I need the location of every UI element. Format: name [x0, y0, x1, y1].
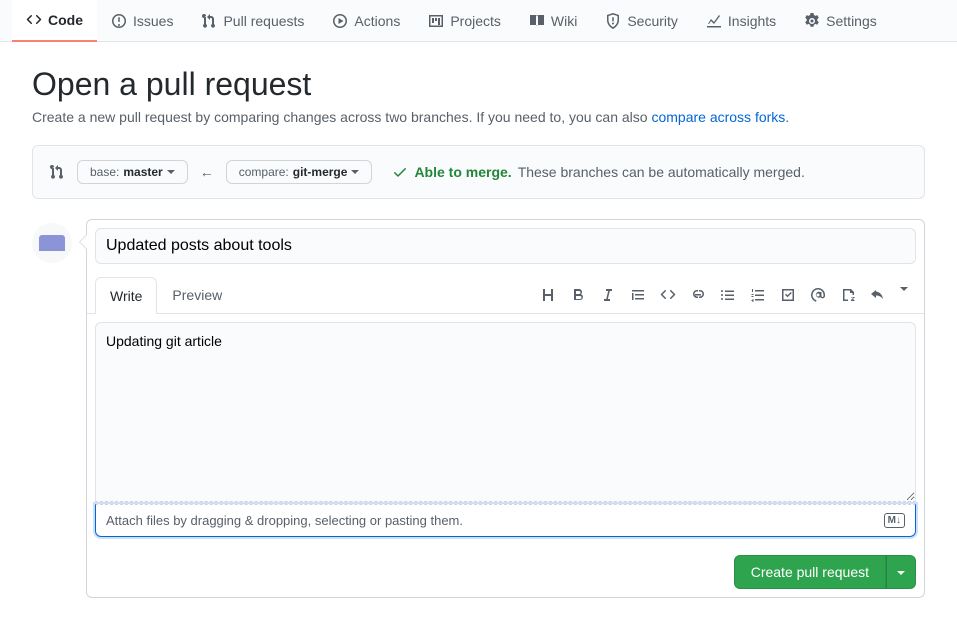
graph-icon [706, 13, 722, 29]
code-icon[interactable] [660, 287, 676, 303]
list-ul-icon[interactable] [720, 287, 736, 303]
compose-box: Write Preview [86, 219, 925, 598]
caret-down-icon [351, 170, 359, 174]
reply-icon[interactable] [870, 287, 886, 303]
tab-wiki-label: Wiki [551, 13, 577, 29]
merge-status-desc: These branches can be automatically merg… [518, 164, 805, 180]
caret-down-icon [897, 571, 905, 575]
range-editor: base: master ← compare: git-merge Able t… [32, 145, 925, 199]
tasklist-icon[interactable] [780, 287, 796, 303]
arrow-left-icon: ← [200, 164, 214, 180]
compare-forks-link[interactable]: compare across forks [651, 109, 785, 125]
tab-code[interactable]: Code [12, 0, 97, 42]
tab-issues-label: Issues [133, 13, 173, 29]
gear-icon [804, 13, 820, 29]
tab-insights-label: Insights [728, 13, 776, 29]
pr-body-textarea[interactable] [95, 322, 916, 502]
tab-projects-label: Projects [450, 13, 501, 29]
tab-projects[interactable]: Projects [414, 0, 515, 41]
tab-settings[interactable]: Settings [790, 0, 891, 41]
caret-down-icon[interactable] [900, 287, 908, 291]
create-pr-button[interactable]: Create pull request [734, 555, 886, 589]
book-icon [529, 13, 545, 29]
create-pr-menu-button[interactable] [886, 555, 916, 589]
tab-pulls[interactable]: Pull requests [187, 0, 318, 41]
project-icon [428, 13, 444, 29]
compare-branch-button[interactable]: compare: git-merge [226, 160, 373, 184]
tab-code-label: Code [48, 12, 83, 28]
play-icon [332, 13, 348, 29]
quote-icon[interactable] [630, 287, 646, 303]
issue-icon [111, 13, 127, 29]
tab-wiki[interactable]: Wiki [515, 0, 591, 41]
heading-icon[interactable] [540, 287, 556, 303]
tab-security[interactable]: Security [591, 0, 692, 41]
list-ol-icon[interactable] [750, 287, 766, 303]
preview-tab[interactable]: Preview [157, 276, 237, 313]
tab-pulls-label: Pull requests [223, 13, 304, 29]
check-icon [392, 164, 408, 180]
attach-hint: Attach files by dragging & dropping, sel… [106, 513, 463, 528]
base-branch-button[interactable]: base: master [77, 160, 188, 184]
page-subtitle: Create a new pull request by comparing c… [32, 109, 925, 125]
write-tab[interactable]: Write [95, 277, 157, 314]
git-compare-icon [49, 164, 65, 180]
bold-icon[interactable] [570, 287, 586, 303]
md-toolbar [540, 287, 916, 303]
tab-issues[interactable]: Issues [97, 0, 187, 41]
cross-reference-icon[interactable] [840, 287, 856, 303]
merge-status-ok: Able to merge. [414, 164, 511, 180]
avatar [32, 223, 72, 263]
repo-tabnav: Code Issues Pull requests Actions Projec… [0, 0, 957, 42]
tab-settings-label: Settings [826, 13, 877, 29]
attach-bar[interactable]: Attach files by dragging & dropping, sel… [95, 504, 916, 537]
pull-request-icon [201, 13, 217, 29]
code-icon [26, 12, 42, 28]
tab-insights[interactable]: Insights [692, 0, 790, 41]
caret-down-icon [167, 170, 175, 174]
link-icon[interactable] [690, 287, 706, 303]
pr-title-input[interactable] [95, 228, 916, 264]
tab-security-label: Security [627, 13, 678, 29]
mention-icon[interactable] [810, 287, 826, 303]
markdown-badge[interactable]: M↓ [884, 513, 905, 528]
italic-icon[interactable] [600, 287, 616, 303]
merge-status: Able to merge. These branches can be aut… [392, 164, 804, 180]
tab-actions[interactable]: Actions [318, 0, 414, 41]
shield-icon [605, 13, 621, 29]
tab-actions-label: Actions [354, 13, 400, 29]
page-title: Open a pull request [32, 66, 925, 103]
